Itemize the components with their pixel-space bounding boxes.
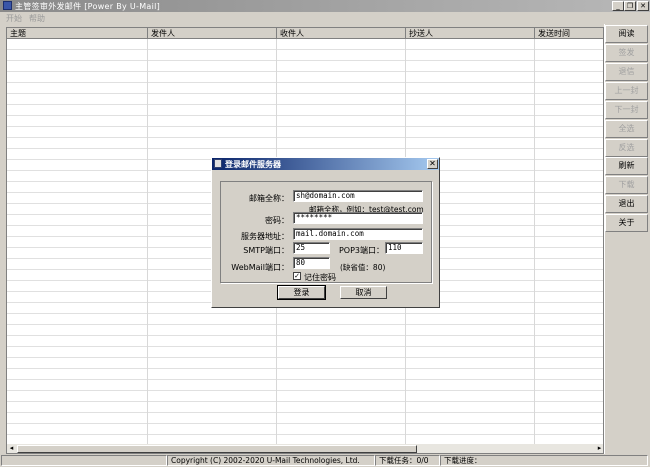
remember-password-checkbox[interactable]: ✓ [293,272,301,280]
app-icon [3,1,12,10]
status-download-progress: 下载进度： [440,455,648,466]
window-title: 主管签审外发邮件 [Power By U-Mail] [15,2,161,11]
smtp-port-field[interactable]: 25 [293,242,330,254]
select-all-button[interactable]: 全选 [605,120,648,138]
grid-divider [147,39,148,444]
status-empty [1,455,167,466]
webmail-port-field[interactable]: 80 [293,257,330,269]
column-send-time[interactable]: 发送时间 [535,28,603,39]
exit-button[interactable]: 退出 [605,195,648,213]
password-label: 密码： [265,216,289,225]
dialog-close-button[interactable]: ✕ [427,159,438,169]
smtp-port-label: SMTP端口： [243,246,289,255]
return-button[interactable]: 退信 [605,63,648,81]
dialog-title: 登录邮件服务器 [225,160,281,169]
checkmark-icon: ✓ [294,272,300,280]
scrollbar-thumb[interactable] [17,445,417,453]
pop3-port-field[interactable]: 110 [385,242,423,254]
minimize-button[interactable]: _ [612,1,624,11]
scroll-right-icon[interactable]: ▸ [595,444,603,453]
close-button[interactable]: ✕ [637,1,649,11]
email-label: 邮箱全称： [249,194,289,203]
status-download-tasks: 下载任务：0/0 [375,455,440,466]
webmail-hint: (缺省值：80) [340,263,386,272]
status-copyright: Copyright (C) 2002-2020 U-Mail Technolog… [167,455,375,466]
column-recipient[interactable]: 收件人 [277,28,406,39]
server-label: 服务器地址： [241,232,289,241]
menu-help[interactable]: 帮助 [29,13,45,24]
column-sender[interactable]: 发件人 [148,28,277,39]
menu-start[interactable]: 开始 [6,13,22,24]
scroll-left-icon[interactable]: ◂ [7,444,16,453]
sign-button[interactable]: 签发 [605,44,648,62]
column-cc[interactable]: 抄送人 [406,28,535,39]
about-button[interactable]: 关于 [605,214,648,232]
column-subject[interactable]: 主题 [7,28,148,39]
download-button[interactable]: 下载 [605,176,648,194]
email-field[interactable]: sh@domain.com [293,190,423,202]
cancel-button[interactable]: 取消 [340,286,387,299]
password-field[interactable]: ******** [293,212,423,224]
grid-divider [534,39,535,444]
refresh-button[interactable]: 刷新 [605,157,648,175]
remember-password-label[interactable]: 记住密码 [304,272,336,283]
server-icon [214,159,222,168]
server-address-field[interactable]: mail.domain.com [293,228,423,240]
webmail-port-label: WebMail端口： [231,263,289,272]
menu-bar [0,12,650,24]
previous-button[interactable]: 上一封 [605,82,648,100]
restore-button[interactable]: ❐ [624,1,636,11]
invert-select-button[interactable]: 反选 [605,139,648,157]
list-header: 主题 发件人 收件人 抄送人 发送时间 [7,28,603,39]
login-button[interactable]: 登录 [277,285,326,300]
read-button[interactable]: 阅读 [605,25,648,43]
pop3-port-label: POP3端口： [338,246,384,255]
next-button[interactable]: 下一封 [605,101,648,119]
